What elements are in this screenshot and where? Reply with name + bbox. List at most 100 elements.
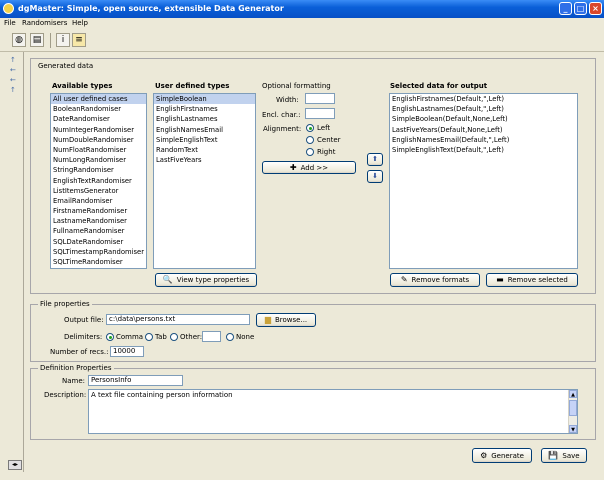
delimiter-comma-label: Comma [116,333,144,341]
list-item[interactable]: EnglishTextRandomiser [51,176,146,186]
remove-selected-label: Remove selected [507,276,568,284]
scroll-up-icon[interactable]: ▲ [569,390,577,398]
description-scrollbar[interactable]: ▲ ▼ [568,390,577,433]
remove-selected-button[interactable]: ▬ Remove selected [486,273,578,287]
list-item[interactable]: DateRandomiser [51,114,146,124]
arrow-up-icon[interactable]: ↑ [10,56,16,64]
delimiter-other-radio[interactable] [170,333,178,341]
move-up-button[interactable]: ⬆ [367,153,383,166]
file-properties-heading: File properties [38,300,92,308]
alignment-right-radio[interactable] [306,148,314,156]
globe-icon[interactable]: ◍ [12,33,26,47]
menu-randomisers[interactable]: Randomisers [22,19,67,27]
list-item[interactable]: RandomText [154,145,255,155]
save-button[interactable]: 💾 Save [541,448,587,463]
add-icon: ✚ [289,163,297,172]
list-item[interactable]: EnglishNamesEmail [154,125,255,135]
encl-char-input[interactable] [305,108,335,119]
delimiter-none-radio[interactable] [226,333,234,341]
title-bar[interactable]: dgMaster: Simple, open source, extensibl… [0,0,604,18]
list-item[interactable]: SimpleEnglishText [154,135,255,145]
arrow-left-icon[interactable]: ← [10,66,16,74]
window-title: dgMaster: Simple, open source, extensibl… [18,4,284,13]
list-item[interactable]: LastFiveYears(Default,None,Left) [390,125,577,135]
maximize-icon[interactable]: □ [574,2,587,15]
width-input[interactable] [305,93,335,104]
arrow-left-icon[interactable]: ← [10,76,16,84]
alignment-center-label: Center [317,136,341,144]
view-type-properties-button[interactable]: 🔍 View type properties [155,273,257,287]
browse-button[interactable]: ▆ Browse... [256,313,316,327]
list-item[interactable]: SQLTimeRandomiser [51,257,146,267]
magnifier-icon: 🔍 [162,275,173,284]
generate-button-label: Generate [491,452,524,460]
list-item[interactable]: LastnameRandomiser [51,216,146,226]
menu-bar: File Randomisers Help [0,18,604,30]
optional-formatting-heading: Optional formatting [262,82,331,90]
other-delimiter-input[interactable] [202,331,221,342]
list-item[interactable]: EnglishFirstnames(Default,",Left) [390,94,577,104]
list-item[interactable]: BooleanRandomiser [51,104,146,114]
move-down-button[interactable]: ⬇ [367,170,383,183]
list-item[interactable]: EnglishFirstnames [154,104,255,114]
alignment-left-radio[interactable] [306,124,314,132]
notepad-icon[interactable]: ≡ [72,33,86,47]
output-file-label: Output file: [64,316,104,324]
list-item[interactable]: EmailRandomiser [51,196,146,206]
list-item[interactable]: NumFloatRandomiser [51,145,146,155]
list-item[interactable]: EnglishLastnames [154,114,255,124]
available-types-heading: Available types [52,82,113,90]
user-defined-types-list[interactable]: SimpleBoolean EnglishFirstnames EnglishL… [153,93,256,269]
scroll-down-icon[interactable]: ▼ [569,425,577,433]
brush-icon: ✎ [400,275,408,284]
browse-button-label: Browse... [274,316,308,324]
num-recs-label: Number of recs.: [50,348,109,356]
list-item[interactable]: ListItemsGenerator [51,186,146,196]
description-textarea[interactable]: A text file containing person informatio… [88,389,578,434]
list-item[interactable]: NumIntegerRandomiser [51,125,146,135]
document-icon[interactable]: ▤ [30,33,44,47]
info-icon[interactable]: i [56,33,70,47]
minimize-icon[interactable]: _ [559,2,572,15]
delimiter-comma-radio[interactable] [106,333,114,341]
available-types-list[interactable]: All user defined cases BooleanRandomiser… [50,93,147,269]
output-file-input[interactable]: c:\data\persons.txt [106,314,250,325]
name-input[interactable]: PersonsInfo [88,375,183,386]
arrow-up-icon[interactable]: ↑ [10,86,16,94]
alignment-center-radio[interactable] [306,136,314,144]
selected-data-list[interactable]: EnglishFirstnames(Default,",Left) Englis… [389,93,578,269]
arrow-up-icon: ⬆ [372,155,378,163]
menu-file[interactable]: File [4,19,16,27]
toolbar-separator [50,33,51,48]
list-item[interactable]: StringRandomiser [51,165,146,175]
scroll-thumb[interactable] [569,400,577,416]
menu-help[interactable]: Help [72,19,88,27]
list-item[interactable]: NumDoubleRandomiser [51,135,146,145]
add-button[interactable]: ✚ Add >> [262,161,356,174]
delimiter-tab-radio[interactable] [145,333,153,341]
delimiter-tab-label: Tab [155,333,167,341]
gear-icon: ⚙ [480,451,488,460]
list-item[interactable]: FirstnameRandomiser [51,206,146,216]
num-recs-input[interactable]: 10000 [110,346,144,357]
remove-icon: ▬ [496,275,504,284]
list-item[interactable]: NumLongRandomiser [51,155,146,165]
list-item[interactable]: LastFiveYears [154,155,255,165]
list-item[interactable]: SimpleBoolean [154,94,255,105]
selected-data-heading: Selected data for output [390,82,488,90]
list-item[interactable]: EnglishLastnames(Default,",Left) [390,104,577,114]
list-item[interactable]: EnglishNamesEmail(Default,",Left) [390,135,577,145]
remove-formats-button[interactable]: ✎ Remove formats [390,273,480,287]
list-item[interactable]: All user defined cases [51,94,146,105]
close-icon[interactable]: × [589,2,602,15]
list-item[interactable]: SimpleEnglishText(Default,",Left) [390,145,577,155]
generate-button[interactable]: ⚙ Generate [472,448,532,463]
list-item[interactable]: SimpleBoolean(Default,None,Left) [390,114,577,124]
description-text: A text file containing person informatio… [91,391,233,399]
list-item[interactable]: SQLDateRandomiser [51,237,146,247]
list-item[interactable]: SQLTimestampRandomiser [51,247,146,257]
scroll-arrow-icon[interactable]: ◂▸ [8,460,22,470]
list-item[interactable]: FullnameRandomiser [51,226,146,236]
view-type-properties-label: View type properties [176,276,250,284]
definition-properties-heading: Definition Properties [38,364,114,372]
